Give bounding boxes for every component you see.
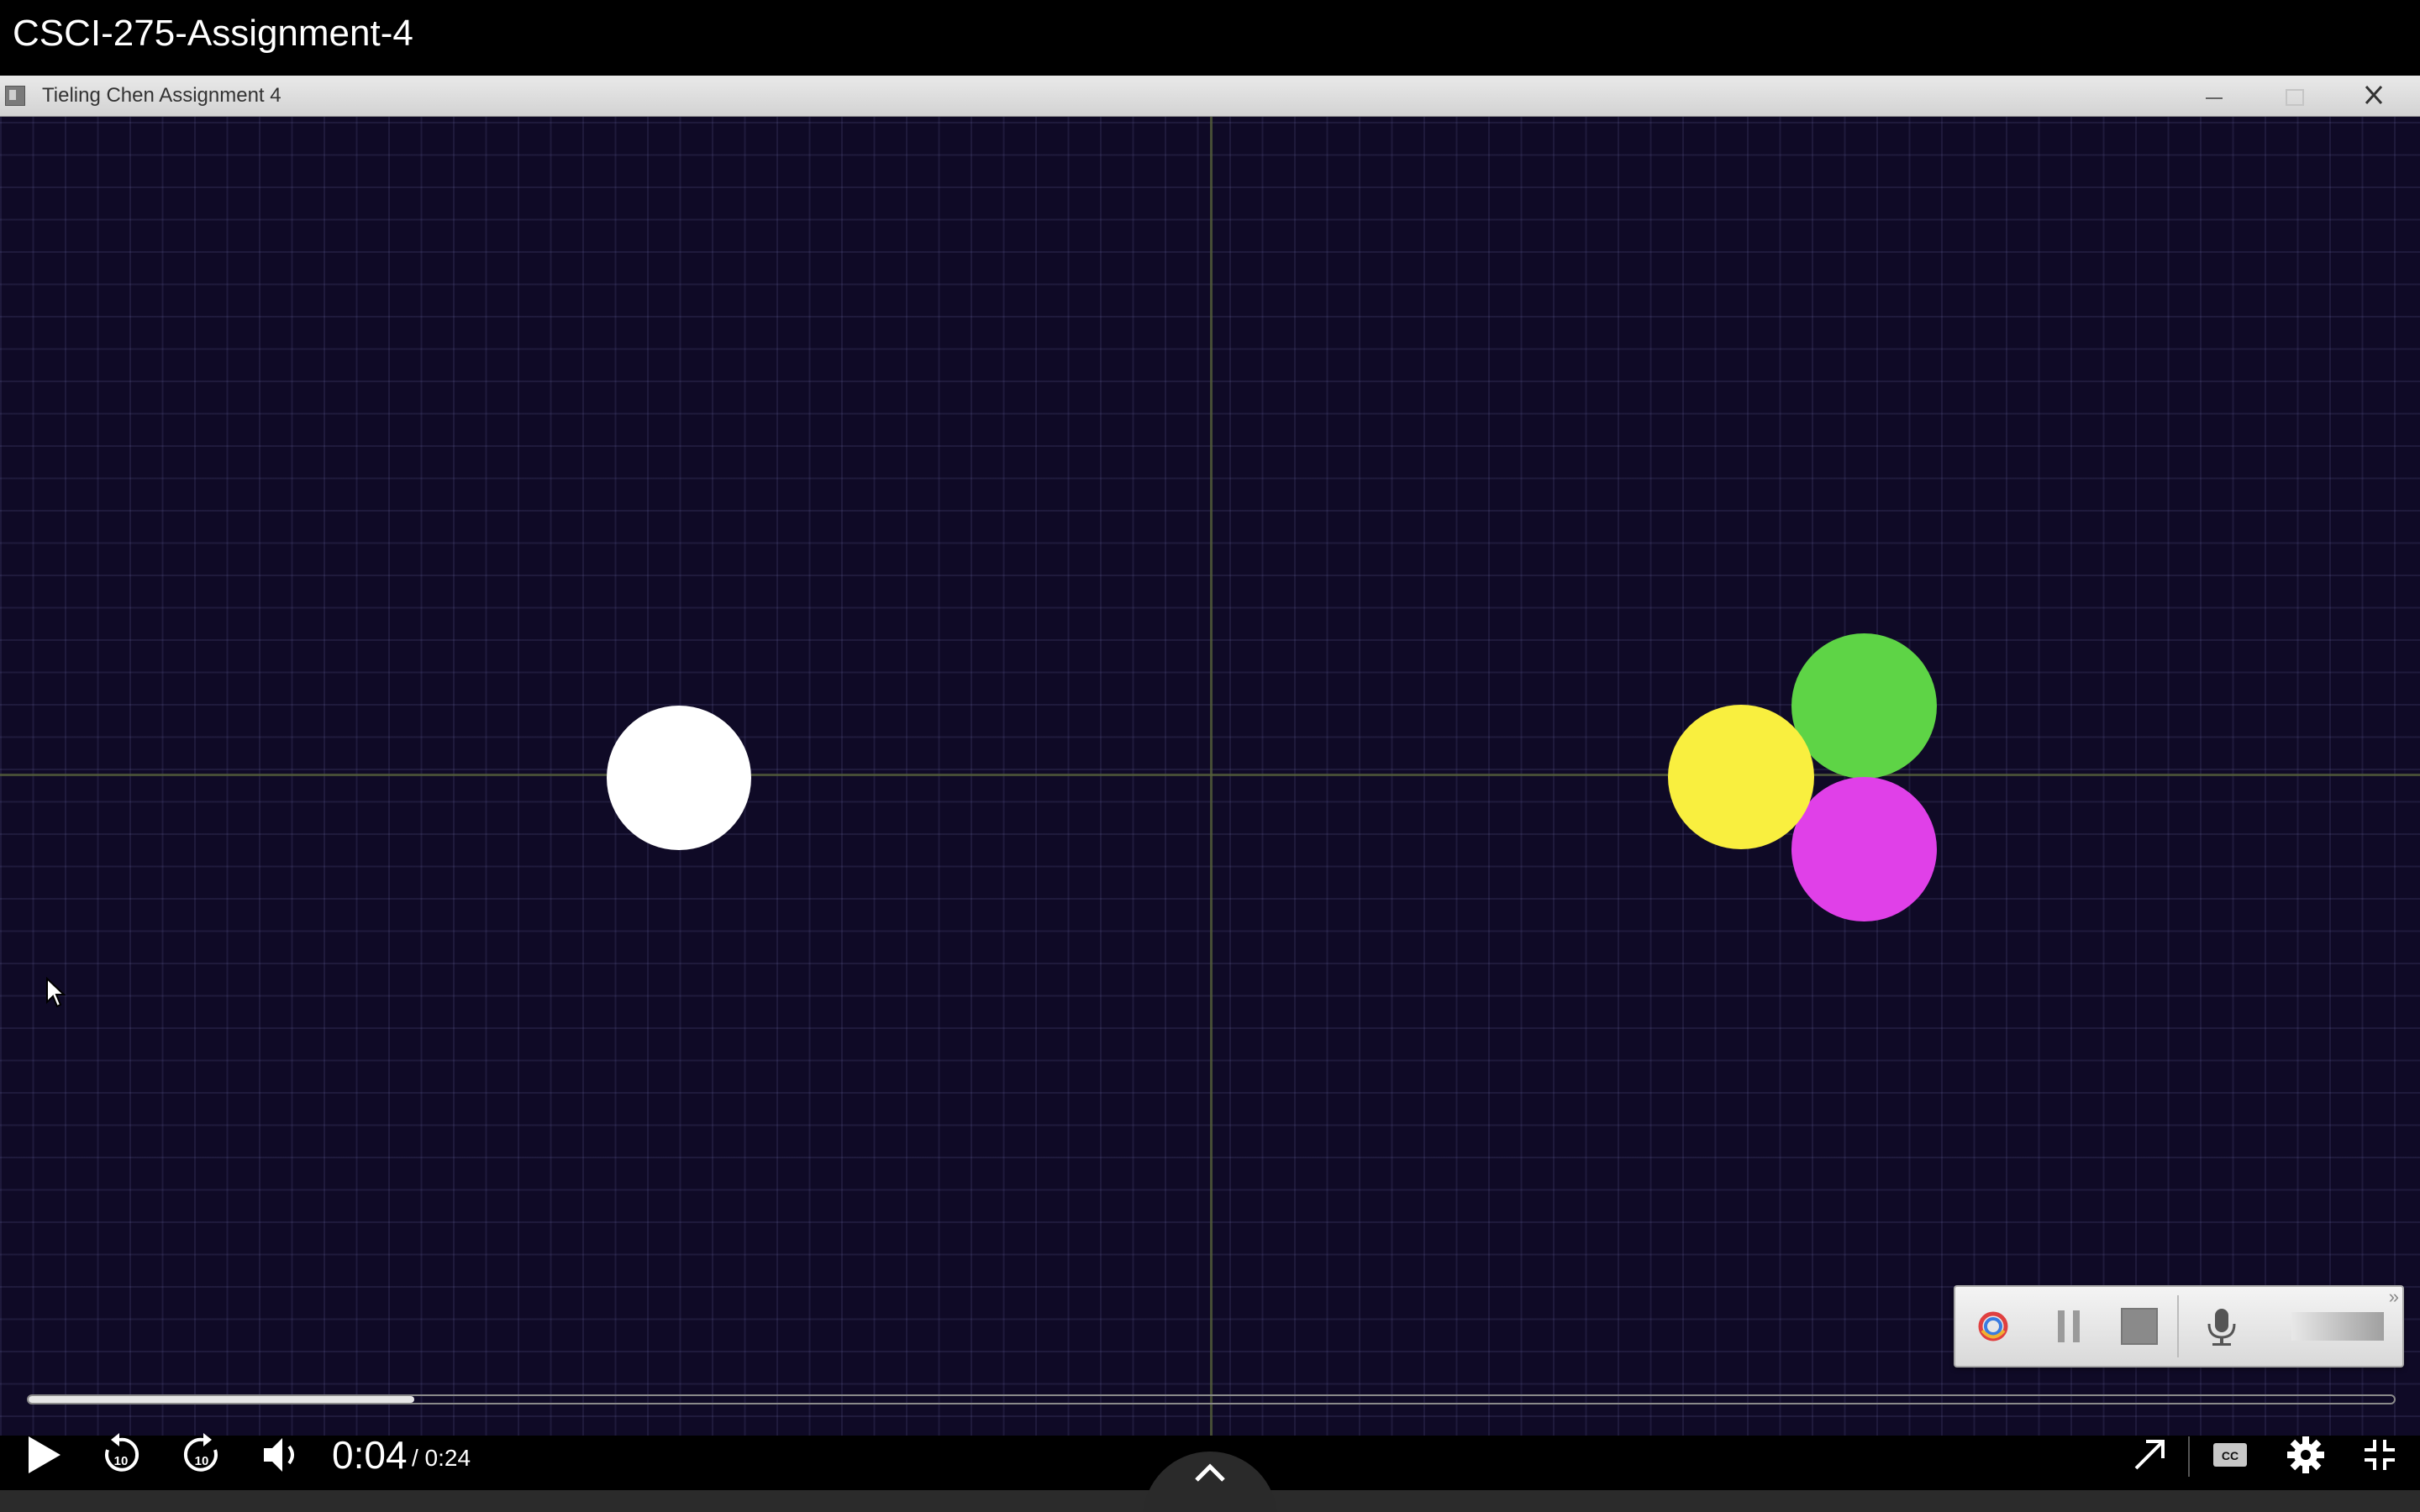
svg-text:10: 10 <box>114 1454 129 1468</box>
play-icon[interactable] <box>17 1428 71 1482</box>
stop-icon[interactable] <box>2117 1305 2162 1347</box>
total-time: / 0:24 <box>412 1445 471 1471</box>
exit-fullscreen-icon[interactable] <box>2353 1428 2407 1482</box>
close-icon <box>2365 85 2383 105</box>
video-title: CSCI-275-Assignment-4 <box>13 13 413 54</box>
controls-divider <box>2188 1436 2190 1477</box>
recorder-toolbar: » <box>1954 1285 2404 1368</box>
video-player: CSCI-275-Assignment-4 Tieling Chen Assig… <box>0 0 2420 1512</box>
recorder-expand-button[interactable]: » <box>2389 1287 2399 1307</box>
app-icon <box>5 86 25 106</box>
maximize-button[interactable] <box>2269 79 2319 113</box>
green-ball <box>1791 633 1937 779</box>
pause-icon[interactable] <box>2046 1305 2091 1347</box>
yellow-ball <box>1668 705 1814 849</box>
rewind-10-icon[interactable]: 10 <box>94 1428 148 1482</box>
forward-10-icon[interactable]: 10 <box>175 1428 229 1482</box>
gear-icon[interactable] <box>2279 1428 2333 1482</box>
mouse-cursor-icon <box>46 977 66 1008</box>
svg-text:CC: CC <box>2222 1449 2238 1462</box>
white-ball <box>607 706 751 850</box>
magenta-ball <box>1791 777 1937 921</box>
seek-bar-progress <box>29 1396 414 1403</box>
y-axis-line <box>1210 117 1213 1436</box>
current-time: 0:04 <box>332 1433 408 1477</box>
svg-text:10: 10 <box>195 1454 209 1468</box>
window-titlebar: Tieling Chen Assignment 4 <box>0 76 2420 117</box>
volume-icon[interactable] <box>255 1428 309 1482</box>
audio-level-meter <box>2291 1312 2384 1341</box>
share-arrow-icon[interactable] <box>2123 1428 2176 1482</box>
microphone-icon[interactable] <box>2199 1305 2244 1347</box>
recorder-divider <box>2177 1295 2179 1357</box>
cc-icon[interactable]: CC <box>2203 1428 2257 1482</box>
window-title: Tieling Chen Assignment 4 <box>42 84 281 107</box>
recorder-logo-icon[interactable] <box>1970 1305 2016 1347</box>
seek-bar[interactable] <box>27 1394 2396 1404</box>
minimize-button[interactable] <box>2189 79 2239 113</box>
chevron-up-icon <box>1195 1463 1225 1482</box>
graphics-canvas[interactable] <box>0 117 2420 1436</box>
close-button[interactable] <box>2349 79 2399 113</box>
